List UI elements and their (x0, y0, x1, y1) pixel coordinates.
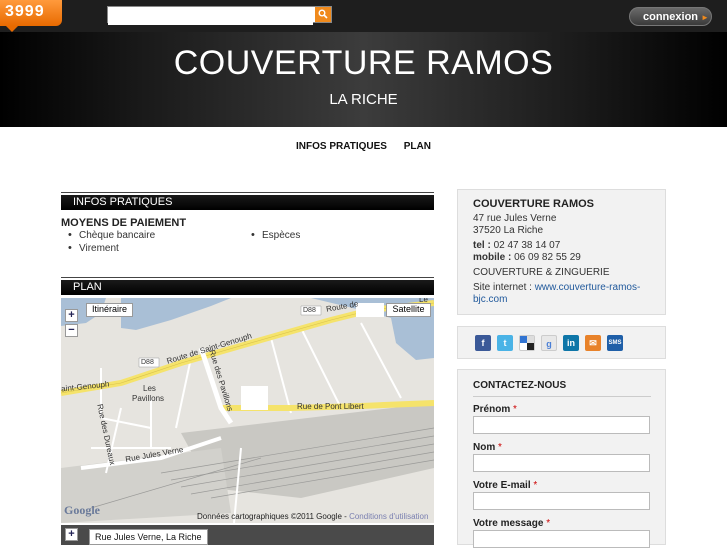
business-card: COUVERTURE RAMOS 47 rue Jules Verne 3752… (457, 189, 666, 315)
google-logo: Google (64, 503, 100, 517)
section-header-plan: PLAN (61, 277, 434, 295)
business-phone: tel : 02 47 38 14 07 (473, 240, 560, 251)
search-button[interactable] (315, 7, 331, 22)
search-box (107, 6, 332, 25)
mobile-label: mobile : (473, 252, 512, 263)
message-field[interactable] (473, 530, 650, 548)
required-mark: * (498, 442, 502, 453)
banner-city: LA RICHE (329, 91, 398, 108)
contact-form: CONTACTEZ-NOUS Prénom * Nom * Votre E-ma… (457, 369, 666, 548)
connexion-button[interactable]: connexion ► (629, 7, 712, 26)
street-view[interactable]: + Rue Jules Verne, La Riche (61, 525, 434, 545)
payment-item: Espèces (251, 229, 300, 241)
business-name: COUVERTURE RAMOS (473, 198, 595, 210)
map-road-label: Rue de Pont Libert (297, 402, 364, 411)
nom-label: Nom * (473, 442, 502, 453)
banner: COUVERTURE RAMOS LA RICHE (0, 32, 727, 127)
site-link[interactable]: www.couverture-ramos- (535, 282, 641, 293)
map-view[interactable]: D88 Route de D88 Route de Saint-Genouph … (61, 298, 434, 523)
message-label-text: Votre message (473, 518, 544, 529)
facebook-icon[interactable]: f (475, 335, 491, 351)
required-mark: * (546, 518, 551, 529)
top-bar: 3999 connexion ► (0, 0, 727, 32)
prenom-field[interactable] (473, 416, 650, 434)
email-label: Votre E-mail * (473, 480, 537, 491)
payment-item: Chèque bancaire (68, 229, 155, 241)
map-zoom-in-button[interactable]: + (65, 309, 78, 322)
twitter-icon[interactable]: t (497, 335, 513, 351)
linkedin-icon[interactable]: in (563, 335, 579, 351)
streetview-zoom-in-button[interactable]: + (65, 528, 78, 541)
message-label: Votre message * (473, 518, 550, 529)
river-shape (121, 298, 231, 330)
river-shape (391, 316, 434, 360)
delicious-glyph (520, 336, 534, 350)
site-link-cont[interactable]: bjc.com (473, 294, 507, 305)
logo-text: 3999 (5, 3, 45, 20)
email-icon[interactable]: ✉ (585, 335, 601, 351)
map-road-label: D88 (141, 359, 154, 366)
site-logo[interactable]: 3999 (0, 0, 62, 32)
map-credit: Données cartographiques ©2011 Google - C… (197, 512, 428, 521)
required-mark: * (513, 404, 517, 415)
contact-title: CONTACTEZ-NOUS (473, 380, 567, 391)
email-field[interactable] (473, 492, 650, 510)
map-marker (241, 386, 268, 410)
search-icon (318, 9, 328, 19)
business-activity: COUVERTURE & ZINGUERIE (473, 267, 610, 278)
streetview-address: Rue Jules Verne, La Riche (89, 529, 208, 545)
nom-field[interactable] (473, 454, 650, 472)
business-postal-city: 37520 La Riche (473, 225, 544, 236)
site-label: Site internet : (473, 282, 532, 293)
map-marker (356, 303, 384, 317)
map-credit-text: Données cartographiques ©2011 Google - (197, 512, 350, 521)
map-road-label: D88 (303, 307, 316, 314)
prenom-label: Prénom * (473, 404, 517, 415)
section-header-infos: INFOS PRATIQUES (61, 192, 434, 210)
email-label-text: Votre E-mail (473, 480, 531, 491)
sms-icon[interactable]: SMS (607, 335, 623, 351)
main-nav: INFOS PRATIQUES PLAN (0, 141, 727, 152)
map-terms-link[interactable]: Conditions d'utilisation (349, 512, 428, 521)
tel-label: tel : (473, 240, 491, 251)
page-title: COUVERTURE RAMOS (173, 44, 554, 82)
arrow-right-icon: ► (701, 13, 709, 22)
tel-value[interactable]: 02 47 38 14 07 (494, 240, 561, 251)
divider (473, 396, 651, 397)
connexion-label: connexion (643, 11, 699, 23)
business-street: 47 rue Jules Verne (473, 213, 557, 224)
map-itineraire-button[interactable]: Itinéraire (86, 303, 133, 317)
business-mobile: mobile : 06 09 82 55 29 (473, 252, 581, 263)
business-website-cont: bjc.com (473, 294, 507, 305)
nav-item-plan[interactable]: PLAN (404, 141, 431, 152)
google-icon[interactable]: g (541, 335, 557, 351)
payment-title: MOYENS DE PAIEMENT (61, 217, 187, 229)
required-mark: * (533, 480, 538, 491)
search-input[interactable] (108, 9, 313, 25)
nom-label-text: Nom (473, 442, 496, 453)
delicious-icon[interactable] (519, 335, 535, 351)
business-website: Site internet : www.couverture-ramos- (473, 282, 640, 293)
map-satellite-button[interactable]: Satellite (386, 303, 431, 317)
social-share-bar: f t g in ✉ SMS (457, 326, 666, 359)
map-place-label: Pavillons (132, 394, 165, 403)
mobile-value[interactable]: 06 09 82 55 29 (514, 252, 581, 263)
map-zoom-out-button[interactable]: − (65, 324, 78, 337)
map-place-label: Les (143, 384, 156, 393)
payment-item: Virement (68, 242, 119, 254)
nav-item-infos-pratiques[interactable]: INFOS PRATIQUES (296, 141, 387, 152)
prenom-label-text: Prénom (473, 404, 511, 415)
